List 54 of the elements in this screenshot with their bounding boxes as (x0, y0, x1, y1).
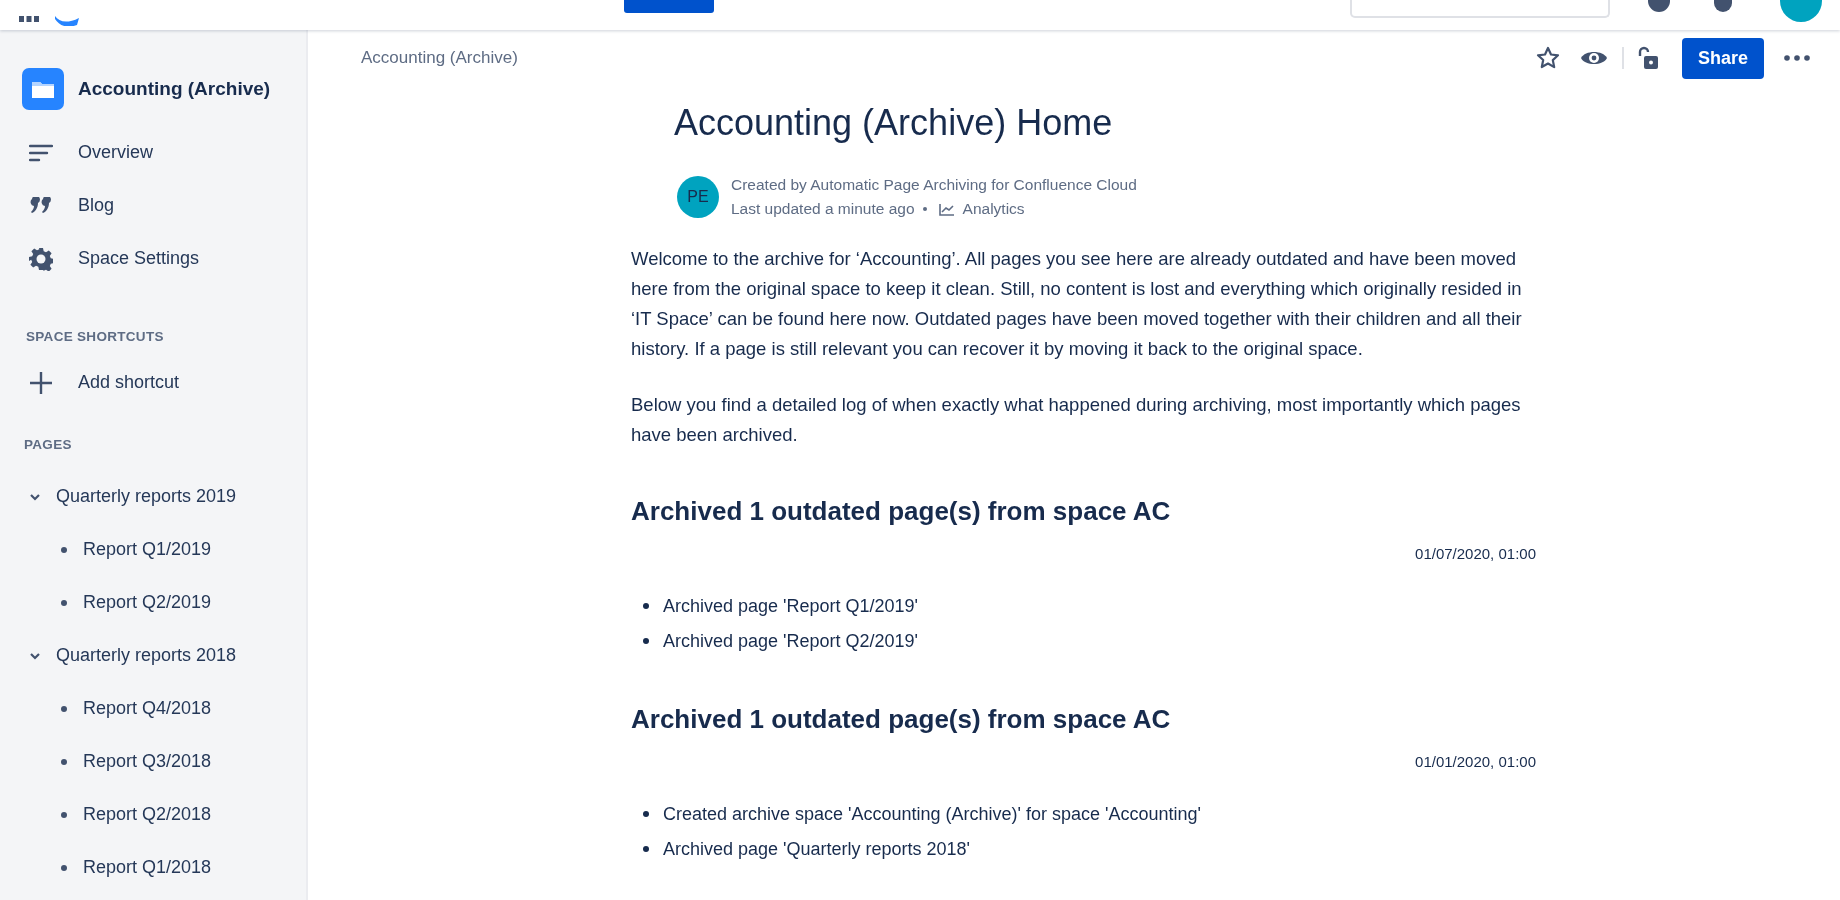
star-icon[interactable] (1535, 46, 1560, 70)
bullet-icon (61, 599, 67, 606)
section-heading: Archived 1 outdated page(s) from space AC (631, 704, 1172, 735)
add-shortcut-link[interactable]: Add shortcut (78, 372, 180, 393)
section-heading: SPACE SHORTCUTS (26, 329, 165, 344)
list-item: Created archive space 'Accounting (Archive)' for space 'Accounting' (663, 802, 1201, 825)
page-title: Accounting (Archive) Home (674, 102, 1114, 144)
bullet-icon (643, 637, 649, 644)
avatar[interactable] (1780, 0, 1822, 22)
page-tree-item[interactable]: Report Q1/2019 (83, 539, 212, 560)
page-tree-item[interactable]: Quarterly reports 2019 (56, 486, 237, 507)
avatar: PE (677, 176, 719, 218)
bullet-icon (643, 602, 649, 609)
share-button[interactable]: Share (1681, 37, 1764, 79)
sidebar-link[interactable]: Space Settings (78, 248, 200, 269)
lines-icon (29, 143, 53, 162)
chevron-icon[interactable] (28, 492, 42, 502)
section-heading: PAGES (24, 437, 73, 452)
date-text: 01/01/2020, 01:00 (1414, 753, 1536, 770)
date-text: 01/07/2020, 01:00 (1414, 545, 1536, 562)
more-icon[interactable] (1784, 55, 1810, 61)
sidebar-link[interactable]: Overview (78, 142, 153, 163)
last-updated-text: Last updated a minute ago (731, 200, 915, 218)
page-tree-item[interactable]: Report Q3/2018 (83, 751, 212, 772)
quote-icon (30, 196, 52, 215)
paragraph: Welcome to the archive for ‘Accounting’. All pages you see here are already outdated and have been moved here from the original space to keep it clean. Still, no content is lost and everything which originally resided in ‘IT Space’ can be found here now. Outdated pages have been moved together with their children and all their history. If a page is still relevant you can recover it by moving it back to the original space. (631, 247, 1523, 361)
plus-icon (29, 370, 53, 395)
logo-icon[interactable] (54, 16, 80, 26)
section-heading: Archived 1 outdated page(s) from space AC (631, 496, 1172, 527)
list-item: Archived page 'Quarterly reports 2018' (663, 837, 971, 860)
page-tree-item[interactable]: Report Q2/2019 (83, 592, 212, 613)
sidebar-link[interactable]: Blog (78, 195, 115, 216)
page-tree-item[interactable]: Quarterly reports 2018 (56, 645, 237, 666)
chart-icon (938, 202, 955, 216)
list-item: Archived page 'Report Q2/2019' (663, 629, 919, 652)
chevron-icon[interactable] (28, 651, 42, 661)
bullet-icon (61, 546, 67, 553)
breadcrumb-link[interactable]: Accounting (Archive) (361, 48, 518, 68)
created-by-text: Created by Automatic Page Archiving for Confluence Cloud (731, 176, 1137, 194)
bullet-icon (61, 811, 67, 818)
bullet-icon (61, 864, 67, 871)
bullet-icon (643, 845, 649, 852)
bullet-icon (643, 810, 649, 817)
bullet-icon (61, 758, 67, 765)
space-folder-icon (22, 68, 64, 110)
page-tree-item[interactable]: Report Q2/2018 (83, 804, 212, 825)
space-name[interactable]: Accounting (Archive) (78, 78, 271, 100)
unlocked-padlock-icon[interactable] (1637, 46, 1660, 70)
paragraph: Below you find a detailed log of when exactly what happened during archiving, most importantly which pages have been archived. (631, 393, 1522, 447)
analytics-link[interactable]: Analytics (962, 200, 1025, 218)
bullet-icon (61, 705, 67, 712)
page-tree-item[interactable]: Report Q1/2018 (83, 857, 212, 878)
list-item: Archived page 'Report Q1/2019' (663, 594, 919, 617)
page-tree-item[interactable]: Report Q4/2018 (83, 698, 212, 719)
